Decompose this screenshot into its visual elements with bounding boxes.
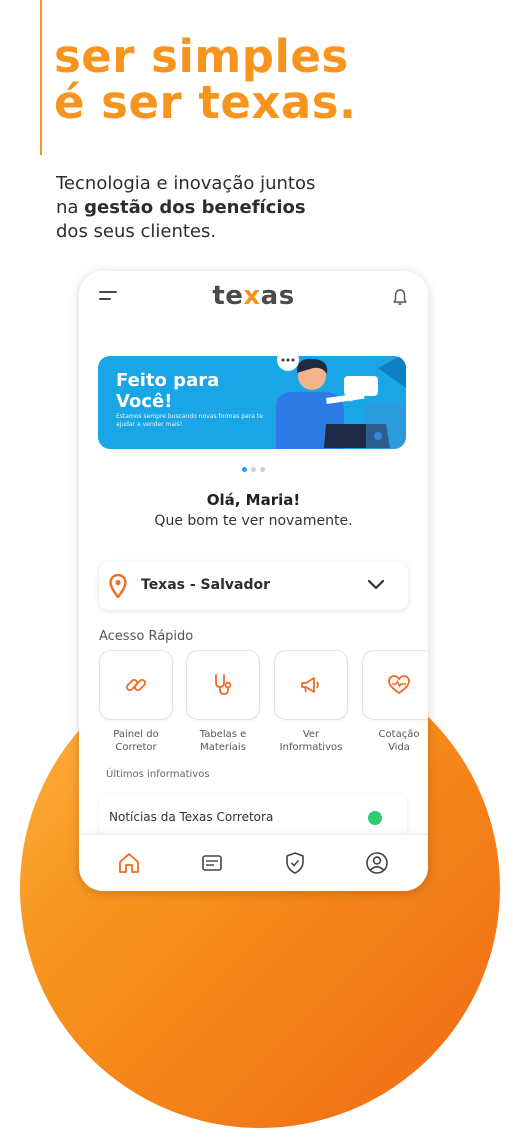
megaphone-icon xyxy=(301,677,319,693)
news-item[interactable]: Notícias da Texas Corretora xyxy=(99,795,407,835)
quick-access-title: Acesso Rápido xyxy=(99,629,194,644)
banner-title: Feito para Você! xyxy=(116,370,220,412)
news-header: Últimos informativos xyxy=(106,769,210,780)
shield-icon[interactable] xyxy=(283,851,307,875)
headline: ser simples é ser texas. xyxy=(54,34,357,126)
greeting-title: Olá, Maria! xyxy=(206,491,301,509)
chevron-down-icon[interactable] xyxy=(367,578,385,592)
quick-access-label: Cotação Vida xyxy=(378,729,420,753)
tagline-line-3: dos seus clientes. xyxy=(56,221,217,242)
promo-banner[interactable]: Feito para Você! Estamos sempre buscando… xyxy=(98,356,406,449)
headline-line-2: é ser texas. xyxy=(54,76,357,129)
carousel-dot[interactable] xyxy=(251,467,256,472)
selector-value: Texas - Salvador xyxy=(141,577,271,593)
carousel-dots[interactable] xyxy=(79,457,428,476)
carousel-dot[interactable] xyxy=(242,467,247,472)
link-icon xyxy=(125,678,147,692)
quick-access-label: Painel do Corretor xyxy=(113,729,159,753)
tagline-line-1: Tecnologia e inovação juntos xyxy=(56,173,316,194)
quick-access-item-cotacao-vida[interactable]: Cotação Vida xyxy=(362,650,428,754)
tagline: Tecnologia e inovação juntos na gestão d… xyxy=(56,172,386,244)
headline-line-1: ser simples xyxy=(54,30,349,83)
location-pin-icon xyxy=(109,574,127,598)
accent-line xyxy=(40,0,42,155)
user-icon[interactable] xyxy=(365,851,389,875)
bottom-navigation xyxy=(79,834,428,891)
tagline-prefix: na xyxy=(56,197,85,218)
home-icon[interactable] xyxy=(117,851,141,875)
quick-access-item-painel-do-corretor[interactable]: Painel do Corretor xyxy=(99,650,173,754)
greeting-subtitle: Que bom te ver novamente. xyxy=(154,513,353,529)
news-title: Notícias da Texas Corretora xyxy=(109,810,274,824)
carousel-dot[interactable] xyxy=(260,467,265,472)
app-top-bar: texas xyxy=(79,271,428,327)
document-icon[interactable] xyxy=(200,851,224,875)
heart-pulse-icon xyxy=(388,675,410,695)
banner-subtitle: Estamos sempre buscando novas formas par… xyxy=(116,413,263,428)
stethoscope-icon xyxy=(215,674,232,695)
quick-access-label: Tabelas e Materiais xyxy=(199,729,247,753)
person-with-laptop-illustration xyxy=(276,356,406,449)
branch-selector[interactable]: Texas - Salvador xyxy=(99,562,408,610)
texas-logo: texas xyxy=(212,281,295,311)
bell-icon[interactable] xyxy=(390,287,410,307)
tagline-bold: gestão dos benefícios xyxy=(84,197,306,218)
status-dot xyxy=(368,811,382,825)
quick-access-item-ver-informativos[interactable]: Ver Informativos xyxy=(274,650,348,754)
quick-access-label: Ver Informativos xyxy=(279,729,343,753)
phone-mockup: texas Feito para Você! Estamos sempre bu… xyxy=(79,271,428,891)
logo-x: x xyxy=(243,281,261,311)
quick-access-item-tabelas-e-materiais[interactable]: Tabelas e Materiais xyxy=(186,650,260,754)
